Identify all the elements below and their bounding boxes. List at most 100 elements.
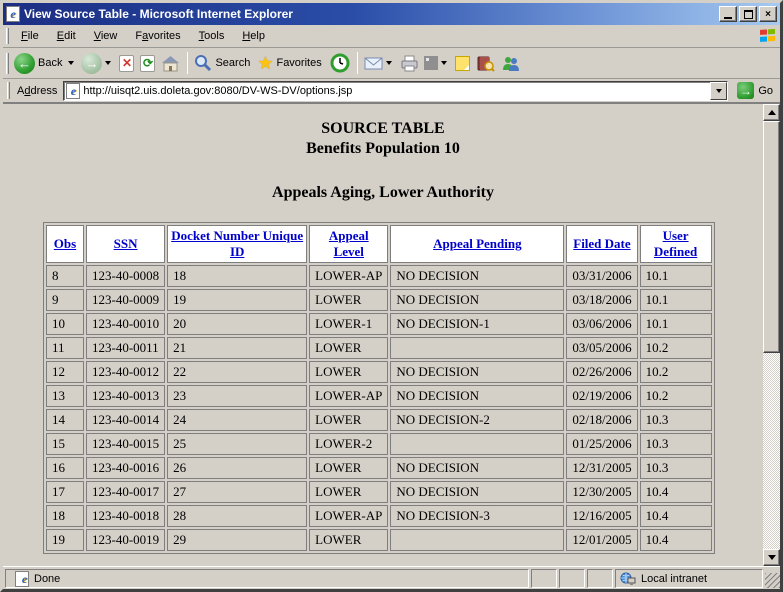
table-cell: NO DECISION: [390, 265, 564, 287]
toolbar-grip[interactable]: [6, 53, 9, 74]
maximize-button[interactable]: [739, 6, 757, 22]
edit-button[interactable]: [424, 56, 450, 70]
table-cell: 10.3: [640, 433, 712, 455]
stop-button[interactable]: ✕: [116, 53, 137, 74]
minimize-button[interactable]: [719, 6, 737, 22]
column-header-filed-date[interactable]: Filed Date: [566, 225, 637, 263]
scroll-up-button[interactable]: [763, 104, 780, 121]
discuss-note-icon: [455, 56, 470, 71]
status-pane: e Done: [5, 569, 529, 588]
table-cell: LOWER: [309, 529, 388, 551]
scroll-down-button[interactable]: [763, 549, 780, 566]
table-cell: LOWER: [309, 481, 388, 503]
search-button[interactable]: Search: [194, 54, 253, 72]
maximize-icon: [744, 10, 753, 19]
scrollbar-track[interactable]: [763, 353, 780, 549]
table-row: 15123-40-001525LOWER-201/25/200610.3: [46, 433, 712, 455]
table-row: 16123-40-001626LOWERNO DECISION12/31/200…: [46, 457, 712, 479]
vertical-scrollbar[interactable]: [763, 104, 780, 566]
favorites-button[interactable]: ★ Favorites: [257, 54, 324, 72]
table-cell: NO DECISION: [390, 289, 564, 311]
table-cell: LOWER: [309, 457, 388, 479]
back-dropdown-icon[interactable]: [68, 61, 74, 65]
back-label: Back: [38, 57, 62, 69]
home-button[interactable]: [158, 53, 183, 74]
column-header-link[interactable]: User Defined: [654, 228, 697, 259]
status-pane-empty: [531, 569, 557, 588]
table-cell: 123-40-0013: [86, 385, 165, 407]
discuss-button[interactable]: [452, 54, 473, 73]
address-input[interactable]: e http://uisqt2.uis.doleta.gov:8080/DV-W…: [63, 81, 728, 101]
column-header-link[interactable]: Appeal Pending: [433, 236, 522, 251]
address-dropdown-button[interactable]: [710, 82, 727, 100]
menu-edit[interactable]: Edit: [48, 27, 85, 45]
research-button[interactable]: [473, 53, 498, 74]
status-page-icon: e: [15, 571, 29, 587]
menu-favorites[interactable]: Favorites: [126, 27, 189, 45]
chevron-down-icon: [716, 89, 722, 93]
column-header-link[interactable]: Docket Number Unique ID: [171, 228, 303, 259]
close-button[interactable]: ×: [759, 6, 777, 22]
table-cell: 22: [167, 361, 307, 383]
column-header-docket-number-unique-id[interactable]: Docket Number Unique ID: [167, 225, 307, 263]
table-cell: NO DECISION: [390, 361, 564, 383]
source-table: Obs SSN Docket Number Unique ID Appeal Leve…: [43, 222, 715, 554]
column-header-link[interactable]: Appeal Level: [329, 228, 369, 259]
go-button[interactable]: → Go: [733, 81, 777, 100]
column-header-user-defined[interactable]: User Defined: [640, 225, 712, 263]
table-cell: 28: [167, 505, 307, 527]
mail-dropdown-icon[interactable]: [386, 61, 392, 65]
favorites-star-icon: ★: [257, 54, 273, 72]
table-cell: 10: [46, 313, 84, 335]
table-row: 17123-40-001727LOWERNO DECISION12/30/200…: [46, 481, 712, 503]
table-cell: 123-40-0011: [86, 337, 165, 359]
table-cell: 15: [46, 433, 84, 455]
menu-grip[interactable]: [6, 28, 9, 43]
mail-button[interactable]: [364, 57, 395, 70]
table-cell: 14: [46, 409, 84, 431]
menu-file[interactable]: File: [12, 27, 48, 45]
resize-grip[interactable]: [765, 573, 780, 588]
research-book-icon: [476, 55, 495, 72]
table-cell: NO DECISION: [390, 481, 564, 503]
local-intranet-icon: [620, 572, 636, 586]
windows-flag-icon: [754, 26, 780, 46]
column-header-link[interactable]: SSN: [114, 236, 138, 251]
table-cell: NO DECISION-1: [390, 313, 564, 335]
table-cell: 02/19/2006: [566, 385, 637, 407]
forward-dropdown-icon[interactable]: [105, 61, 111, 65]
messenger-button[interactable]: [498, 53, 524, 74]
column-header-ssn[interactable]: SSN: [86, 225, 165, 263]
table-cell: 10.4: [640, 529, 712, 551]
menu-help[interactable]: Help: [233, 27, 274, 45]
back-button[interactable]: ← Back: [14, 53, 77, 74]
menu-view[interactable]: View: [85, 27, 127, 45]
column-header-obs[interactable]: Obs: [46, 225, 84, 263]
history-button[interactable]: [327, 51, 353, 75]
scrollbar-thumb[interactable]: [763, 121, 780, 353]
status-text: Done: [34, 573, 60, 585]
edit-dropdown-icon[interactable]: [441, 61, 447, 65]
column-header-appeal-level[interactable]: Appeal Level: [309, 225, 388, 263]
forward-button[interactable]: →: [81, 53, 114, 74]
table-cell: 123-40-0017: [86, 481, 165, 503]
print-button[interactable]: [397, 53, 422, 74]
column-header-link[interactable]: Obs: [54, 236, 76, 251]
table-cell: 123-40-0010: [86, 313, 165, 335]
menu-tools[interactable]: Tools: [190, 27, 234, 45]
address-bar: Address e http://uisqt2.uis.doleta.gov:8…: [3, 79, 780, 103]
refresh-button[interactable]: ⟳: [137, 53, 158, 74]
table-row: 13123-40-001323LOWER-APNO DECISION02/19/…: [46, 385, 712, 407]
table-cell: 123-40-0018: [86, 505, 165, 527]
table-cell: LOWER-2: [309, 433, 388, 455]
column-header-link[interactable]: Filed Date: [573, 236, 630, 251]
ie-logo-icon: e: [6, 6, 20, 22]
status-bar: e Done Local intranet: [3, 566, 780, 589]
column-header-appeal-pending[interactable]: Appeal Pending: [390, 225, 564, 263]
table-cell: 17: [46, 481, 84, 503]
address-grip[interactable]: [7, 82, 10, 98]
title-bar: e View Source Table - Microsoft Internet…: [3, 3, 780, 25]
table-cell: 123-40-0008: [86, 265, 165, 287]
refresh-icon: ⟳: [140, 55, 155, 72]
favorites-label: Favorites: [276, 57, 321, 69]
